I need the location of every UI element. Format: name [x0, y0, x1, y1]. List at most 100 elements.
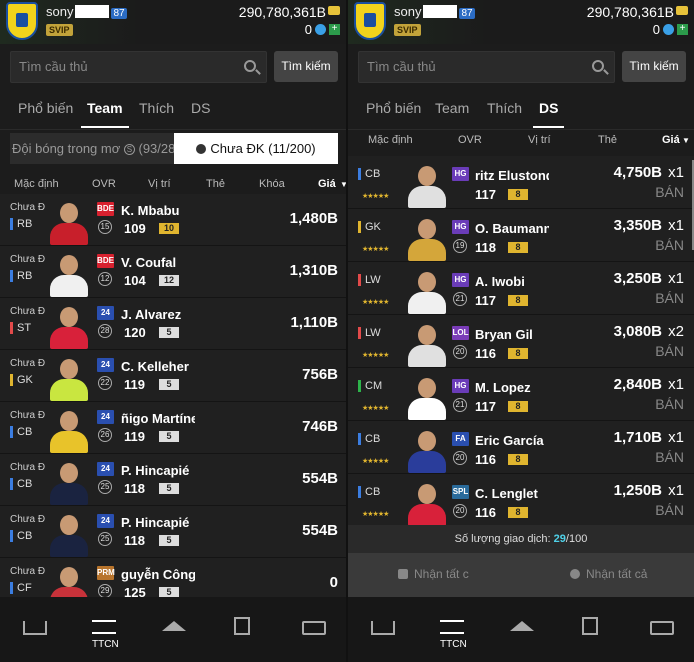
- sort-card[interactable]: Thẻ: [598, 134, 617, 146]
- screen-ds: sony 87 SVIP 290,780,361B 0 + Tìm cầu thủ…: [348, 0, 694, 662]
- home-icon[interactable]: [162, 621, 186, 631]
- player-ovr: 119: [124, 429, 145, 444]
- username: sony 87: [394, 4, 475, 19]
- position-label: ST: [10, 322, 31, 334]
- player-row[interactable]: Chưa Đ RB BDE 15 K. Mbabu 109 10 1,480B: [0, 194, 346, 246]
- tab-ds[interactable]: DS: [191, 100, 210, 116]
- position-label: CB: [10, 426, 32, 438]
- bottom-nav: TTCN: [348, 597, 694, 662]
- portrait-shirt: [408, 345, 446, 367]
- search-button[interactable]: Tìm kiếm: [622, 51, 686, 82]
- fc-icon: [315, 24, 326, 35]
- cart-icon[interactable]: [371, 621, 395, 635]
- portrait-head: [418, 325, 436, 345]
- listing-row[interactable]: CB ★★★★★ HG ritz Elustondo 117 8 4,750B x1 BÁN: [348, 156, 694, 209]
- sell-button[interactable]: BÁN: [655, 449, 684, 465]
- listing-row[interactable]: CB ★★★★★ FA 20 Eric García 116 8 1,710B x1 BÁN: [348, 421, 694, 474]
- season-badge: BDE: [97, 202, 114, 216]
- inventory-icon[interactable]: [650, 621, 674, 635]
- position-label: CB: [10, 530, 32, 542]
- sort-lock[interactable]: Khóa: [259, 178, 285, 190]
- bp-icon: [328, 6, 340, 15]
- sell-button[interactable]: BÁN: [655, 237, 684, 253]
- sort-price[interactable]: Giá: [662, 134, 680, 146]
- position-label: CM: [358, 380, 382, 392]
- sell-button[interactable]: BÁN: [655, 396, 684, 412]
- listing-row[interactable]: GK ★★★★★ HG 19 O. Baumann 118 8 3,350B x1 BÁN: [348, 209, 694, 262]
- tab-popular[interactable]: Phổ biến: [18, 100, 73, 116]
- transfer-icon[interactable]: [92, 620, 116, 634]
- sort-ovr[interactable]: OVR: [92, 178, 116, 190]
- tab-favorite[interactable]: Thích: [487, 100, 522, 116]
- listing-row[interactable]: CB ★★★★★ SPL 20 C. Lenglet 116 8 1,250B x1 BÁN: [348, 474, 694, 527]
- upgrade-badge: 10: [159, 223, 179, 234]
- tab-team[interactable]: Team: [81, 100, 129, 128]
- add-fc-button[interactable]: +: [677, 24, 688, 35]
- listing-row[interactable]: LW ★★★★★ HG 21 A. Iwobi 117 8 3,250B x1 BÁN: [348, 262, 694, 315]
- sort-default[interactable]: Mặc định: [14, 178, 59, 190]
- portrait-head: [418, 484, 436, 504]
- upgrade-badge: 5: [159, 431, 179, 442]
- tab-popular[interactable]: Phổ biến: [366, 100, 421, 116]
- squad-icon[interactable]: [582, 617, 598, 635]
- price-label: 554B: [302, 522, 338, 539]
- number-badge: 20: [453, 504, 467, 518]
- search-input[interactable]: Tìm cầu thủ: [10, 51, 267, 83]
- upgrade-badge: 8: [508, 189, 528, 200]
- portrait-head: [60, 463, 78, 483]
- home-icon[interactable]: [510, 621, 534, 631]
- sort-position[interactable]: Vị trí: [528, 134, 551, 146]
- cart-icon[interactable]: [23, 621, 47, 635]
- player-ovr: 119: [124, 377, 145, 392]
- sort-ovr[interactable]: OVR: [458, 134, 482, 146]
- player-row[interactable]: Chưa Đ CB 24 25 P. Hincapié 118 5 554B: [0, 506, 346, 558]
- sort-header: Mặc định OVR Vị trí Thẻ Giá ▼: [348, 128, 694, 156]
- toggle-dream-team[interactable]: Đội bóng trong mơ S (93/28: [10, 141, 174, 156]
- tab-ds[interactable]: DS: [532, 100, 566, 128]
- quantity-label: x1: [668, 217, 684, 234]
- search-icon[interactable]: [592, 60, 604, 72]
- player-row[interactable]: Chưa Đ GK 24 22 C. Kelleher 119 5 756B: [0, 350, 346, 402]
- sell-button[interactable]: BÁN: [655, 290, 684, 306]
- player-portrait: [50, 457, 88, 505]
- listing-row[interactable]: LW ★★★★★ LOL 20 Bryan Gil 116 8 3,080B x2 BÁN: [348, 315, 694, 368]
- transfer-icon[interactable]: [440, 620, 464, 634]
- player-row[interactable]: Chưa Đ CB 24 26 ñigo Martíne 119 5 746B: [0, 402, 346, 454]
- bp-balance: 290,780,361B: [238, 4, 326, 20]
- player-row[interactable]: Chưa Đ ST 24 28 J. Alvarez 120 5 1,110B: [0, 298, 346, 350]
- inventory-icon[interactable]: [302, 621, 326, 635]
- claim-all-bp-button[interactable]: Nhận tất cả: [570, 567, 647, 581]
- sell-button[interactable]: BÁN: [655, 343, 684, 359]
- search-button[interactable]: Tìm kiếm: [274, 51, 338, 82]
- upgrade-badge: 5: [159, 327, 179, 338]
- position-label: RB: [10, 270, 32, 282]
- sort-card[interactable]: Thẻ: [206, 178, 225, 190]
- toggle-unregistered[interactable]: Chưa ĐK (11/200): [174, 133, 338, 164]
- search-input[interactable]: Tìm cầu thủ: [358, 51, 615, 83]
- search-icon[interactable]: [244, 60, 256, 72]
- portrait-head: [418, 378, 436, 398]
- sell-button[interactable]: BÁN: [655, 502, 684, 518]
- claim-all-items-button[interactable]: Nhận tất c: [398, 567, 469, 581]
- sort-default[interactable]: Mặc định: [368, 134, 413, 146]
- player-row[interactable]: Chưa Đ CB 24 25 P. Hincapié 118 5 554B: [0, 454, 346, 506]
- position-label: GK: [358, 221, 381, 233]
- sort-price[interactable]: Giá: [318, 178, 336, 190]
- add-fc-button[interactable]: +: [329, 24, 340, 35]
- sell-button[interactable]: BÁN: [655, 184, 684, 200]
- fc-icon: [663, 24, 674, 35]
- action-bar: Nhận tất c Nhận tất cả: [348, 553, 694, 597]
- nav-ttcn-label: TTCN: [440, 639, 467, 650]
- player-row[interactable]: Chưa Đ RB BDE 12 V. Coufal 104 12 1,310B: [0, 246, 346, 298]
- team-toggle: Đội bóng trong mơ S (93/28 Chưa ĐK (11/2…: [10, 133, 338, 164]
- sort-position[interactable]: Vị trí: [148, 178, 171, 190]
- tab-team[interactable]: Team: [435, 100, 469, 116]
- portrait-head: [60, 203, 78, 223]
- listing-list: CB★★★★★HGritz Elustondo11784,750Bx1BÁN GK…: [348, 156, 694, 527]
- squad-icon[interactable]: [234, 617, 250, 635]
- screens: sony 87 SVIP 290,780,361B 0 + Tìm cầu thủ…: [0, 0, 694, 662]
- portrait-shirt: [50, 275, 88, 297]
- portrait-head: [60, 411, 78, 431]
- listing-row[interactable]: CM ★★★★★ HG 21 M. Lopez 117 8 2,840B x1 BÁN: [348, 368, 694, 421]
- tab-favorite[interactable]: Thích: [139, 100, 174, 116]
